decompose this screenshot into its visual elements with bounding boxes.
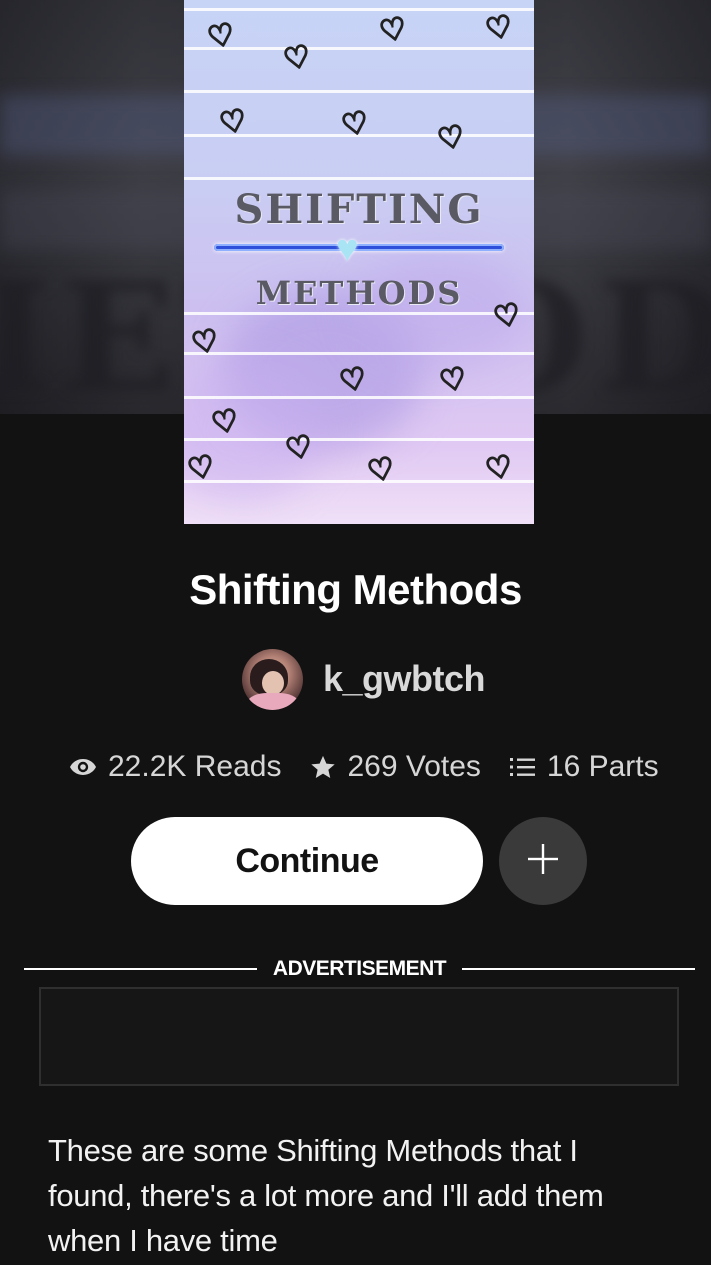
heart-outline-icon: ♡ bbox=[434, 118, 470, 160]
story-description: These are some Shifting Methods that I f… bbox=[48, 1133, 604, 1258]
heart-outline-icon: ♡ bbox=[482, 448, 518, 490]
plus-icon bbox=[526, 842, 560, 881]
continue-reading-button[interactable]: Continue bbox=[131, 817, 483, 905]
advertisement-header: ADVERTISEMENT bbox=[24, 955, 695, 983]
star-icon bbox=[309, 753, 337, 781]
heart-outline-icon: ♡ bbox=[216, 102, 252, 144]
parts-stat: 16 Parts bbox=[509, 750, 659, 784]
heart-outline-icon: ♡ bbox=[338, 104, 374, 146]
divider bbox=[24, 968, 257, 970]
divider bbox=[462, 968, 695, 970]
heart-outline-icon: ♡ bbox=[482, 8, 518, 50]
cover-title-line1: SHIFTING bbox=[234, 186, 484, 233]
story-stats: 22.2K Reads 269 Votes 16 Parts bbox=[68, 746, 659, 788]
author-link[interactable]: k_gwbtch bbox=[242, 648, 486, 710]
reads-stat: 22.2K Reads bbox=[68, 750, 281, 784]
heart-outline-icon: ♡ bbox=[364, 450, 400, 492]
heart-outline-icon: ♡ bbox=[188, 322, 224, 364]
author-username[interactable]: k_gwbtch bbox=[323, 658, 486, 700]
story-details-page: IETHOD ♡ ♡ ♡ ♡ ♡ ♡ ♡ ♡ ♡ ♡ ♡ ♡ ♡ ♡ ♡ ♡ S… bbox=[0, 0, 711, 1265]
story-title: Shifting Methods bbox=[189, 566, 522, 613]
votes-stat: 269 Votes bbox=[309, 750, 481, 784]
advertisement-slot[interactable] bbox=[39, 987, 679, 1086]
heart-outline-icon: ♡ bbox=[376, 10, 412, 52]
story-cover[interactable]: ♡ ♡ ♡ ♡ ♡ ♡ ♡ ♡ ♡ ♡ ♡ ♡ ♡ ♡ ♡ ♡ SHIFTING… bbox=[184, 0, 534, 524]
reads-label: 22.2K Reads bbox=[108, 750, 282, 783]
heart-outline-icon: ♡ bbox=[204, 16, 240, 58]
cover-title-line2: METHODS bbox=[255, 274, 463, 312]
votes-label: 269 Votes bbox=[347, 750, 481, 783]
parts-label: 16 Parts bbox=[546, 750, 659, 783]
cover-divider bbox=[214, 244, 504, 251]
heart-outline-icon: ♡ bbox=[436, 360, 472, 402]
advertisement-label: ADVERTISEMENT bbox=[272, 957, 447, 980]
add-to-library-button[interactable] bbox=[499, 817, 587, 905]
heart-icon: ♥ bbox=[336, 228, 359, 270]
list-icon bbox=[509, 755, 537, 779]
user-avatar[interactable] bbox=[242, 648, 303, 710]
eye-icon bbox=[68, 756, 98, 778]
